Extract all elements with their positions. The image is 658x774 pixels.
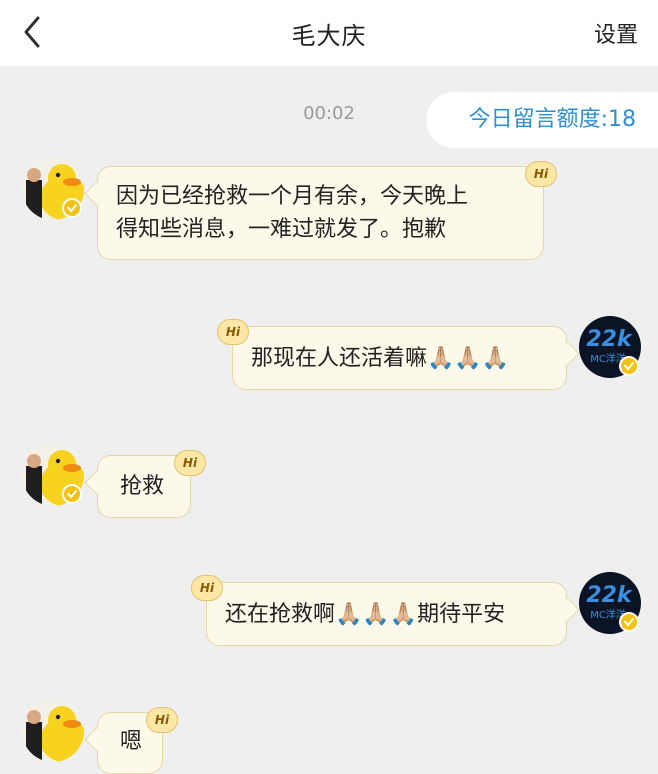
verified-badge-icon xyxy=(62,484,82,504)
message-bubble-incoming[interactable]: 因为已经抢救一个月有余，今天晚上 得知些消息，一难过就发了。抱歉 Hi xyxy=(97,161,557,260)
contact-avatar[interactable] xyxy=(22,444,84,506)
self-avatar[interactable]: 22k MC洋洋 xyxy=(579,316,641,378)
hi-badge-icon: Hi xyxy=(146,707,178,733)
contact-avatar[interactable] xyxy=(22,700,84,762)
message-bubble-outgoing[interactable]: 还在抢救啊🙏🏼🙏🏼🙏🏼期待平安 Hi xyxy=(191,575,567,646)
hi-badge-icon: Hi xyxy=(191,575,223,601)
message-text: 抢救 xyxy=(120,474,165,499)
self-avatar[interactable]: 22k MC洋洋 xyxy=(579,572,641,634)
verified-badge-icon xyxy=(619,612,639,632)
message-timestamp: 00:02 xyxy=(303,103,355,124)
verified-badge-icon xyxy=(619,356,639,376)
svg-text:22k: 22k xyxy=(586,327,633,352)
hi-badge-icon: Hi xyxy=(525,161,557,187)
message-bubble-incoming[interactable]: 抢救 Hi xyxy=(97,450,206,518)
hi-badge-icon: Hi xyxy=(217,319,249,345)
settings-button[interactable]: 设置 xyxy=(594,17,638,49)
message-bubble-incoming[interactable]: 嗯 Hi xyxy=(97,707,178,774)
message-bubble-outgoing[interactable]: 那现在人还活着嘛🙏🏼🙏🏼🙏🏼 Hi xyxy=(217,319,567,390)
svg-text:22k: 22k xyxy=(586,583,633,608)
contact-avatar[interactable] xyxy=(22,158,84,220)
message-text: 还在抢救啊🙏🏼🙏🏼🙏🏼期待平安 xyxy=(225,602,506,627)
message-text: 嗯 xyxy=(120,729,143,754)
hi-badge-icon: Hi xyxy=(174,450,206,476)
top-bar: 毛大庆 设置 xyxy=(0,0,658,66)
message-text: 因为已经抢救一个月有余，今天晚上 得知些消息，一难过就发了。抱歉 xyxy=(116,184,469,242)
conversation-title: 毛大庆 xyxy=(291,22,367,50)
verified-badge-icon xyxy=(62,198,82,218)
message-text: 那现在人还活着嘛🙏🏼🙏🏼🙏🏼 xyxy=(251,346,510,371)
